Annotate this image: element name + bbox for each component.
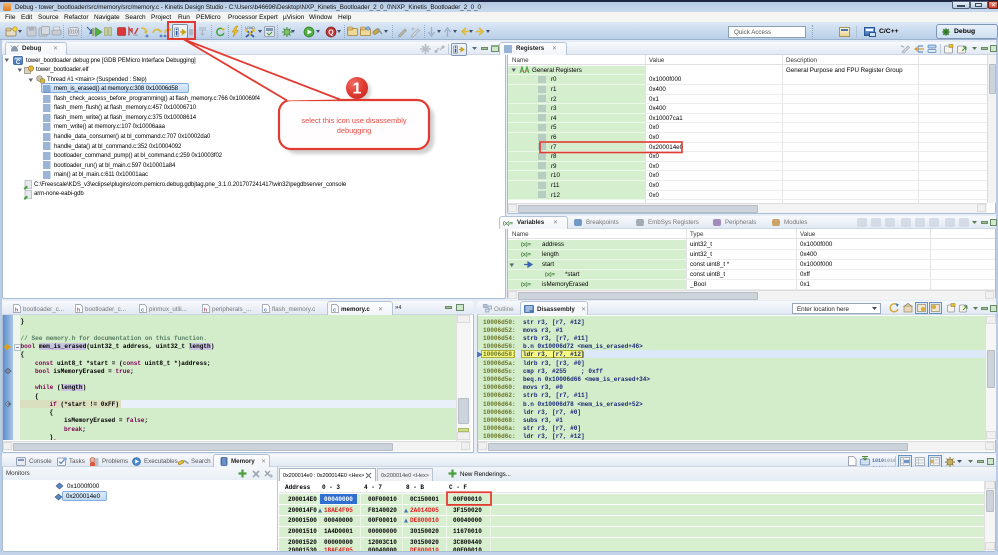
svg-text:1: 1 [353, 81, 362, 98]
svg-text:select this icon use disassemb: select this icon use disassembly [301, 116, 406, 125]
svg-text:debugging: debugging [337, 126, 372, 135]
